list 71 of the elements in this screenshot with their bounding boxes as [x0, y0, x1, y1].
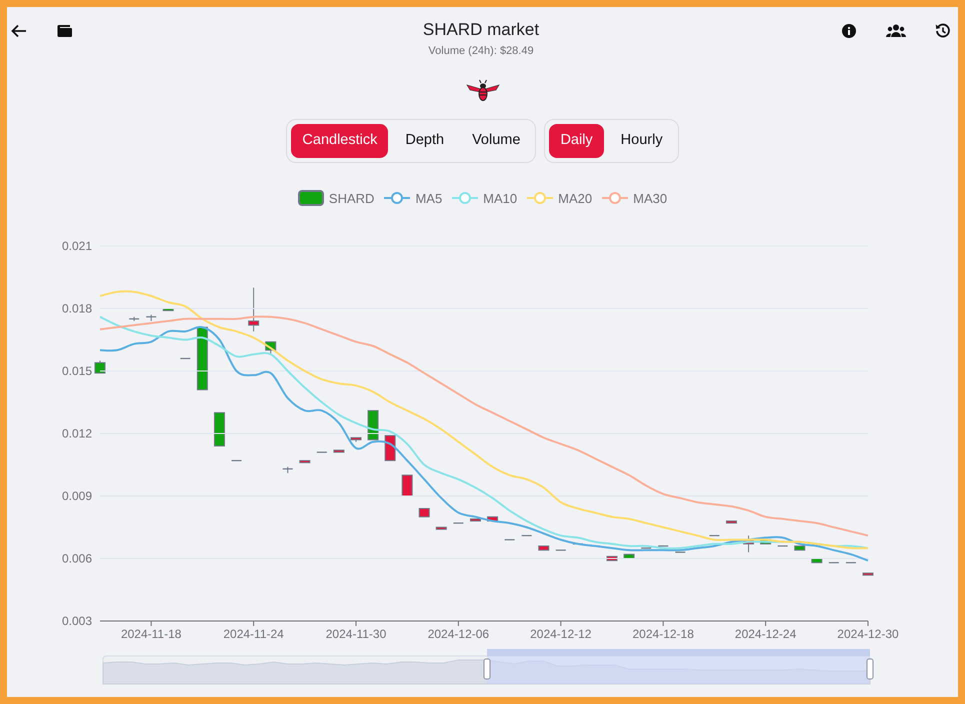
candlestick	[811, 558, 822, 564]
y-axis-label: 0.021	[62, 239, 92, 253]
y-axis-label: 0.003	[62, 614, 92, 628]
candlestick	[606, 556, 618, 562]
x-axis-label: 2024-11-30	[326, 627, 386, 641]
legend-item[interactable]: MA30	[602, 188, 668, 208]
x-axis-label: 2024-12-24	[734, 627, 796, 641]
candlestick	[538, 546, 550, 551]
x-axis-label: 2024-12-18	[632, 627, 694, 641]
chart-type-tab[interactable]: Volume	[461, 124, 532, 158]
y-axis-label: 0.009	[62, 489, 92, 503]
chart-type-tab[interactable]: Depth	[394, 124, 456, 158]
legend-item[interactable]: MA5	[384, 188, 442, 208]
x-axis-label: 2024-12-12	[530, 627, 592, 641]
candlestick	[556, 550, 566, 551]
candlestick	[214, 412, 225, 446]
candlestick	[316, 452, 327, 453]
candlestick	[129, 316, 140, 322]
candlestick	[146, 314, 156, 322]
page-title: SHARD market	[422, 19, 540, 41]
zoom-slider[interactable]	[102, 649, 874, 684]
x-axis-label: 2024-12-30	[837, 627, 899, 641]
candlestick	[778, 545, 788, 547]
candlestick	[675, 552, 686, 553]
candlestick	[196, 326, 208, 390]
legend-item[interactable]: MA10	[452, 188, 518, 208]
y-axis-label: 0.006	[62, 552, 92, 566]
y-axis-label: 0.018	[62, 302, 92, 316]
chart-type-tab[interactable]: Candlestick	[291, 124, 388, 158]
candlestick	[726, 520, 737, 524]
candlestick	[350, 437, 362, 442]
candlestick	[658, 545, 668, 547]
interval-tab[interactable]: Hourly	[610, 124, 674, 158]
candlestick	[624, 554, 635, 559]
candlestick	[522, 534, 532, 536]
y-axis-label: 0.012	[62, 426, 92, 440]
legend-item[interactable]: SHARD	[298, 188, 374, 208]
candlestick	[828, 562, 839, 564]
y-axis-label: 0.015	[62, 364, 92, 378]
candlestick	[333, 450, 344, 453]
candlestick	[368, 410, 379, 440]
x-axis-label: 2024-12-06	[428, 627, 490, 641]
x-axis-label: 2024-11-18	[120, 627, 182, 641]
candlestick	[436, 526, 447, 530]
candlestick	[248, 287, 260, 332]
candlestick	[709, 534, 720, 536]
x-axis-label: 2024-11-24	[223, 627, 284, 641]
candlestick	[94, 360, 106, 374]
volume-text: Volume (24h): $28.49	[427, 44, 535, 59]
candlestick	[470, 518, 481, 522]
candlestick	[453, 522, 464, 524]
candlestick	[743, 535, 754, 553]
candlestick	[282, 466, 293, 474]
candlestick	[402, 474, 413, 496]
candlestick	[384, 435, 396, 462]
candlestick	[162, 308, 174, 312]
candlestick	[760, 539, 772, 544]
candlestick	[641, 547, 652, 549]
candlestick	[794, 546, 806, 551]
legend-item[interactable]: MA20	[527, 188, 592, 208]
candlestick	[418, 508, 430, 518]
candlestick	[180, 358, 190, 360]
candlestick	[862, 572, 874, 576]
candlestick	[487, 516, 498, 522]
candlestick	[846, 562, 856, 564]
candlestick	[504, 539, 515, 540]
candlestick	[265, 341, 276, 355]
candlestick	[232, 460, 242, 462]
interval-tab[interactable]: Daily	[549, 124, 604, 158]
candlestick	[299, 460, 310, 464]
bee-logo-icon	[466, 78, 500, 102]
